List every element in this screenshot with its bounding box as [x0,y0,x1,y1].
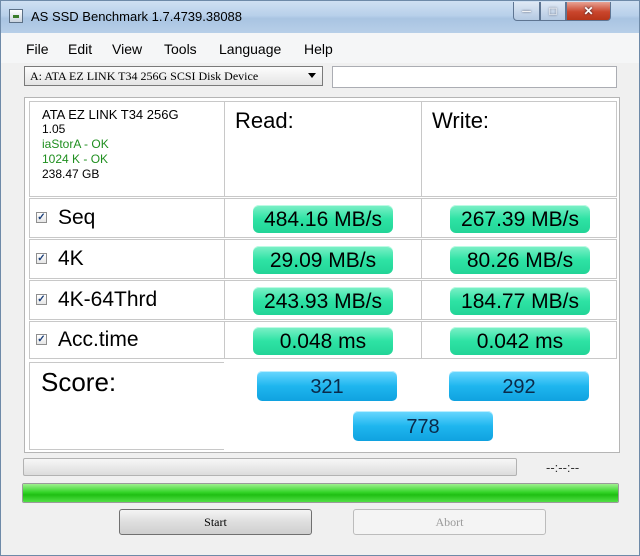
4k-64thrd-write-cell: 184.77 MB/s [421,280,617,320]
acc-time-read-value: 0.048 ms [253,327,393,355]
write-header: Write: [421,101,617,197]
info-field[interactable] [332,66,617,88]
total-progress-fill [23,484,618,502]
write-header-label: Write: [432,108,490,133]
chevron-down-icon [308,73,316,78]
results-grid: ATA EZ LINK T34 256G 1.05 iaStorA - OK 1… [24,97,620,453]
4k-write-cell: 80.26 MB/s [421,239,617,279]
4k-64thrd-write-value: 184.77 MB/s [450,287,590,315]
menu-bar: File Edit View Tools Language Help [1,33,639,63]
score-read: 321 [257,371,397,401]
test-row-4k: ✓ 4K [29,239,225,279]
acc-time-read-cell: 0.048 ms [224,321,422,359]
4k-64thrd-read-cell: 243.93 MB/s [224,280,422,320]
score-label: Score: [41,367,117,397]
drive-size: 238.47 GB [42,167,100,181]
app-icon [9,9,23,23]
4k-label: 4K [58,247,84,270]
abort-button[interactable]: Abort [353,509,546,535]
elapsed-timer: --:--:-- [546,460,580,475]
drive-select-value: A: ATA EZ LINK T34 256G SCSI Disk Device [30,69,259,83]
4k-write-value: 80.26 MB/s [450,246,590,274]
4k-64thrd-label: 4K-64Thrd [58,288,158,311]
test-row-seq: ✓ Seq [29,198,225,238]
window-title: AS SSD Benchmark 1.7.4739.38088 [31,9,243,24]
seq-read-cell: 484.16 MB/s [224,198,422,238]
score-write: 292 [449,371,589,401]
drive-info-panel: ATA EZ LINK T34 256G 1.05 iaStorA - OK 1… [29,101,225,197]
menu-language[interactable]: Language [219,41,281,57]
drive-firmware: 1.05 [42,122,66,136]
seq-read-value: 484.16 MB/s [253,205,393,233]
menu-edit[interactable]: Edit [68,41,92,57]
score-total: 778 [353,411,493,441]
menu-tools[interactable]: Tools [164,41,197,57]
title-bar[interactable]: AS SSD Benchmark 1.7.4739.38088 ─ □ ✕ [1,1,639,33]
start-button[interactable]: Start [119,509,312,535]
menu-file[interactable]: File [26,41,49,57]
drive-select[interactable]: A: ATA EZ LINK T34 256G SCSI Disk Device [24,66,323,86]
seq-write-value: 267.39 MB/s [450,205,590,233]
test-row-acc-time: ✓ Acc.time [29,321,225,359]
test-progress-bar [23,458,517,476]
4k-64thrd-read-value: 243.93 MB/s [253,287,393,315]
read-header-label: Read: [235,108,294,133]
drive-name: ATA EZ LINK T34 256G [42,107,179,122]
minimize-button[interactable]: ─ [513,2,540,21]
acc-time-checkbox[interactable]: ✓ [36,334,47,345]
alignment-status: 1024 K - OK [42,152,109,166]
maximize-icon: □ [549,4,557,18]
seq-checkbox[interactable]: ✓ [36,212,47,223]
acc-time-write-cell: 0.042 ms [421,321,617,359]
test-row-4k-64thrd: ✓ 4K-64Thrd [29,280,225,320]
app-window: AS SSD Benchmark 1.7.4739.38088 ─ □ ✕ Fi… [0,0,640,556]
4k-checkbox[interactable]: ✓ [36,253,47,264]
4k-64thrd-checkbox[interactable]: ✓ [36,294,47,305]
4k-read-value: 29.09 MB/s [253,246,393,274]
close-button[interactable]: ✕ [566,2,611,21]
minimize-icon: ─ [522,4,531,18]
menu-view[interactable]: View [112,41,142,57]
seq-label: Seq [58,206,96,229]
score-panel: 321 292 778 [224,362,617,450]
seq-write-cell: 267.39 MB/s [421,198,617,238]
close-icon: ✕ [583,4,594,18]
4k-read-cell: 29.09 MB/s [224,239,422,279]
score-label-cell: Score: [29,362,225,450]
acc-time-label: Acc.time [58,328,139,351]
driver-status: iaStorA - OK [42,137,109,151]
acc-time-write-value: 0.042 ms [450,327,590,355]
menu-help[interactable]: Help [304,41,333,57]
total-progress-bar [22,483,619,503]
maximize-button[interactable]: □ [540,2,566,21]
read-header: Read: [224,101,422,197]
